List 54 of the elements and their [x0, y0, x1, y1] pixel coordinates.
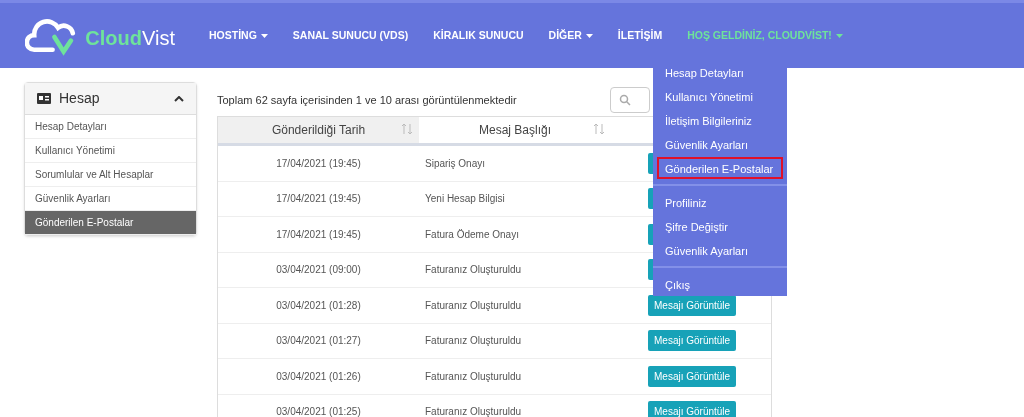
sidebar-item[interactable]: Hesap Detayları: [25, 115, 196, 139]
column-header[interactable]: Gönderildiği Tarih: [218, 117, 419, 143]
table-cell-text: Faturanız Oluşturuldu: [424, 369, 523, 384]
view-message-button[interactable]: Mesajı Görüntüle: [648, 401, 737, 417]
table-cell-text: 17/04/2021 (19:45): [275, 156, 362, 171]
dropdown-item[interactable]: Gönderilen E-Postalar: [657, 157, 783, 179]
dropdown-item[interactable]: Çıkış: [657, 273, 783, 295]
caret-icon: [585, 33, 593, 38]
sidebar-item[interactable]: Sorumlular ve Alt Hesaplar: [25, 163, 196, 187]
table-cell-text: Yeni Hesap Bilgisi: [424, 192, 506, 207]
dropdown-item[interactable]: Güvenlik Ayarları: [657, 133, 783, 155]
nav-link[interactable]: HOSTİNG: [209, 27, 268, 44]
table-cell-text: 03/04/2021 (01:26): [275, 369, 362, 384]
view-message-button[interactable]: Mesajı Görüntüle: [648, 365, 737, 387]
table-cell-text: Sipariş Onayı: [424, 156, 487, 171]
table-cell-text: Faturanız Oluşturuldu: [424, 298, 523, 313]
dropdown-item[interactable]: Hesap Detayları: [657, 61, 783, 83]
search-field[interactable]: [610, 87, 650, 113]
summary-text: Toplam 62 sayfa içerisinden 1 ve 10 arası görüntülenmektedir: [217, 92, 517, 108]
sidebar-item[interactable]: Kullanıcı Yönetimi: [25, 139, 196, 163]
nav-link[interactable]: SANAL SUNUCU (VDS): [292, 27, 409, 44]
table-cell-text: 17/04/2021 (19:45): [275, 227, 362, 242]
sidebar-item[interactable]: Gönderilen E-Postalar: [25, 211, 196, 235]
view-message-button[interactable]: Mesajı Görüntüle: [648, 330, 737, 352]
logo-text[interactable]: CloudVist: [85, 22, 175, 53]
search-icon: [619, 94, 631, 106]
sidebar-title: Hesap: [59, 89, 100, 108]
dropdown-item[interactable]: Profiliniz: [657, 191, 783, 213]
view-message-button[interactable]: Mesajı Görüntüle: [648, 294, 737, 316]
sort-icon[interactable]: [401, 123, 413, 135]
nav-link[interactable]: HOŞ GELDİNİZ, CLOUDVİST!: [687, 27, 843, 44]
chevron-icon[interactable]: [174, 95, 184, 102]
table-cell-text: Fatura Ödeme Onayı: [424, 227, 520, 242]
table-cell-text: 03/04/2021 (09:00): [275, 263, 362, 278]
table-cell-text: Faturanız Oluşturuldu: [424, 405, 523, 417]
table-cell-text: Faturanız Oluşturuldu: [424, 334, 523, 349]
table-cell-text: 17/04/2021 (19:45): [275, 192, 362, 207]
sidebar-header[interactable]: Hesap: [25, 83, 196, 115]
caret-icon: [835, 33, 843, 38]
dropdown-item[interactable]: Şifre Değiştir: [657, 215, 783, 237]
dropdown-item[interactable]: İletişim Bilgileriniz: [657, 109, 783, 131]
sidebar-item[interactable]: Güvenlik Ayarları: [25, 187, 196, 211]
caret-icon: [260, 33, 268, 38]
table-cell-text: 03/04/2021 (01:27): [275, 334, 362, 349]
id-card-icon: [37, 93, 51, 104]
table-cell-text: 03/04/2021 (01:25): [275, 405, 362, 417]
table-cell-text: Faturanız Oluşturuldu: [424, 263, 523, 278]
table-cell-text: 03/04/2021 (01:28): [275, 298, 362, 313]
dropdown-item[interactable]: Kullanıcı Yönetimi: [657, 85, 783, 107]
nav-link[interactable]: KİRALIK SUNUCU: [433, 27, 524, 44]
nav-link[interactable]: DİĞER: [548, 27, 593, 44]
nav-link[interactable]: İLETİŞİM: [617, 27, 663, 44]
dropdown-item[interactable]: Güvenlik Ayarları: [657, 239, 783, 261]
sort-icon[interactable]: [593, 123, 605, 135]
